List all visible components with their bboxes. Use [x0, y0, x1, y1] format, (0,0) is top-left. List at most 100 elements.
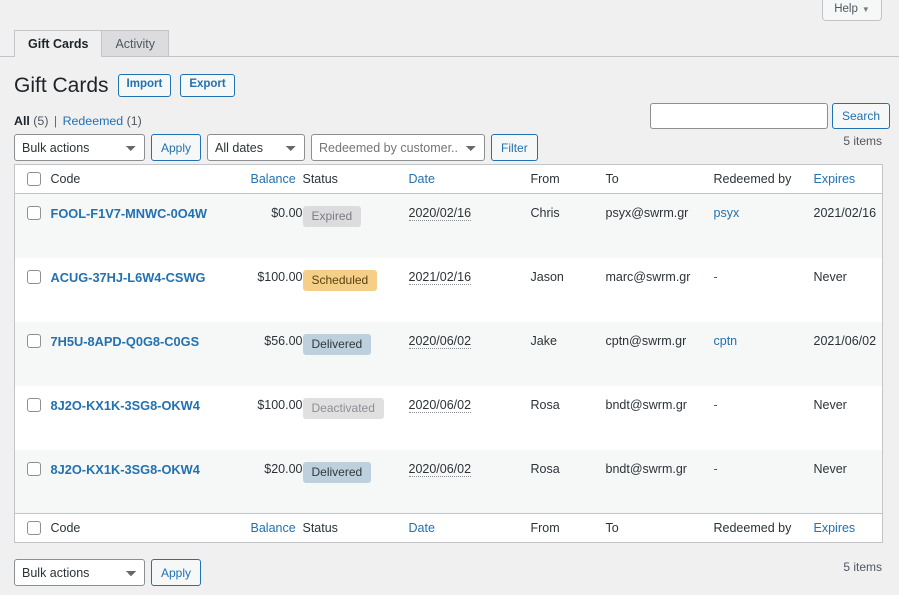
bulk-actions-select-top[interactable]: Bulk actions — [14, 134, 145, 161]
footer-status: Status — [303, 514, 409, 543]
import-button[interactable]: Import — [118, 74, 172, 97]
gift-card-code-link[interactable]: FOOL-F1V7-MNWC-0O4W — [51, 206, 207, 221]
redeemed-by-link[interactable]: psyx — [714, 206, 740, 220]
filter-button[interactable]: Filter — [491, 134, 538, 161]
status-badge: Delivered — [303, 462, 372, 483]
row-date-cell: 2020/06/02 — [409, 450, 531, 514]
row-code-cell: 8J2O-KX1K-3SG8-OKW4 — [51, 386, 251, 450]
tab-activity-label: Activity — [115, 38, 155, 51]
view-filter-all[interactable]: All — [14, 114, 30, 128]
redeemed-by-customer-select[interactable]: Redeemed by customer... — [311, 134, 485, 161]
items-count-bottom: 5 items — [0, 560, 882, 574]
balance-value: $20.00 — [264, 462, 302, 476]
row-from-cell: Jake — [531, 322, 606, 386]
row-date-cell: 2020/06/02 — [409, 386, 531, 450]
tab-activity[interactable]: Activity — [101, 30, 169, 57]
to-value: bndt@swrm.gr — [606, 462, 687, 476]
search-button[interactable]: Search — [832, 103, 890, 129]
select-all-checkbox-top[interactable] — [27, 172, 41, 186]
gift-card-code-link[interactable]: 7H5U-8APD-Q0G8-C0GS — [51, 334, 200, 349]
row-code-cell: 7H5U-8APD-Q0G8-C0GS — [51, 322, 251, 386]
row-redeemed-by-cell: - — [714, 258, 814, 322]
from-value: Chris — [531, 206, 560, 220]
date-value: 2020/06/02 — [409, 398, 472, 413]
row-status-cell: Expired — [303, 194, 409, 258]
apply-button-top[interactable]: Apply — [151, 134, 201, 161]
row-to-cell: bndt@swrm.gr — [606, 450, 714, 514]
row-to-cell: cptn@swrm.gr — [606, 322, 714, 386]
expires-value: Never — [814, 398, 847, 412]
row-balance-cell: $0.00 — [251, 194, 303, 258]
row-status-cell: Delivered — [303, 450, 409, 514]
date-value: 2021/02/16 — [409, 270, 472, 285]
row-from-cell: Chris — [531, 194, 606, 258]
row-checkbox-cell — [15, 322, 51, 386]
footer-to-label: To — [606, 521, 619, 535]
row-checkbox-cell — [15, 194, 51, 258]
footer-date-link[interactable]: Date — [409, 521, 435, 535]
redeemed-by-link[interactable]: cptn — [714, 334, 738, 348]
gift-cards-table: Code Balance Status Date From To Redeeme… — [14, 164, 883, 543]
header-code: Code — [51, 165, 251, 194]
balance-value: $0.00 — [271, 206, 302, 220]
row-expires-cell: Never — [814, 258, 883, 322]
row-select-checkbox[interactable] — [27, 334, 41, 348]
row-to-cell: bndt@swrm.gr — [606, 386, 714, 450]
balance-value: $100.00 — [257, 270, 302, 284]
row-date-cell: 2020/02/16 — [409, 194, 531, 258]
row-code-cell: 8J2O-KX1K-3SG8-OKW4 — [51, 450, 251, 514]
header-expires-link[interactable]: Expires — [814, 172, 856, 186]
footer-from-label: From — [531, 521, 560, 535]
table-row: 8J2O-KX1K-3SG8-OKW4 $20.00Delivered 2020/0… — [15, 450, 883, 514]
date-value: 2020/02/16 — [409, 206, 472, 221]
to-value: bndt@swrm.gr — [606, 398, 687, 412]
header-date-link[interactable]: Date — [409, 172, 435, 186]
from-value: Rosa — [531, 398, 560, 412]
view-filter-all-count: (5) — [33, 114, 48, 128]
header-expires: Expires — [814, 165, 883, 194]
footer-expires-link[interactable]: Expires — [814, 521, 856, 535]
header-status-label: Status — [303, 172, 338, 186]
help-button[interactable]: Help ▼ — [822, 0, 882, 21]
select-all-checkbox-bottom[interactable] — [27, 521, 41, 535]
expires-value: 2021/02/16 — [814, 206, 877, 220]
status-badge: Expired — [303, 206, 362, 227]
table-footer-row: Code Balance Status Date From To Redeeme… — [15, 514, 883, 543]
header-from-label: From — [531, 172, 560, 186]
table-row: ACUG-37HJ-L6W4-CSWG$100.00Scheduled2021/… — [15, 258, 883, 322]
from-value: Jake — [531, 334, 557, 348]
row-balance-cell: $56.00 — [251, 322, 303, 386]
row-balance-cell: $100.00 — [251, 386, 303, 450]
row-balance-cell: $100.00 — [251, 258, 303, 322]
header-status: Status — [303, 165, 409, 194]
footer-balance-link[interactable]: Balance — [251, 521, 296, 535]
header-redeemed-by-label: Redeemed by — [714, 172, 792, 186]
gift-card-code-link[interactable]: 8J2O-KX1K-3SG8-OKW4 — [51, 398, 200, 413]
balance-value: $56.00 — [264, 334, 302, 348]
table-head: Code Balance Status Date From To Redeeme… — [15, 165, 883, 194]
header-balance-link[interactable]: Balance — [251, 172, 296, 186]
expires-value: Never — [814, 270, 847, 284]
table-foot: Code Balance Status Date From To Redeeme… — [15, 514, 883, 543]
gift-card-code-link[interactable]: ACUG-37HJ-L6W4-CSWG — [51, 270, 206, 285]
row-checkbox-cell — [15, 386, 51, 450]
row-status-cell: Deactivated — [303, 386, 409, 450]
select-all-footer — [15, 514, 51, 543]
row-select-checkbox[interactable] — [27, 398, 41, 412]
to-value: psyx@swrm.gr — [606, 206, 689, 220]
gift-card-code-link[interactable]: 8J2O-KX1K-3SG8-OKW4 — [51, 462, 200, 477]
row-select-checkbox[interactable] — [27, 270, 41, 284]
tab-gift-cards[interactable]: Gift Cards — [14, 30, 102, 57]
footer-code-label: Code — [51, 521, 81, 535]
date-value: 2020/06/02 — [409, 462, 472, 477]
row-select-checkbox[interactable] — [27, 206, 41, 220]
export-button[interactable]: Export — [180, 74, 234, 97]
row-select-checkbox[interactable] — [27, 462, 41, 476]
row-expires-cell: 2021/06/02 — [814, 322, 883, 386]
dates-filter-select[interactable]: All dates — [207, 134, 305, 161]
search-input[interactable] — [650, 103, 828, 129]
date-value: 2020/06/02 — [409, 334, 472, 349]
view-filter-redeemed[interactable]: Redeemed — [63, 114, 124, 128]
tablenav-top: Bulk actions Apply All dates Redeemed by… — [14, 134, 538, 161]
page-title: Gift Cards — [14, 73, 109, 98]
